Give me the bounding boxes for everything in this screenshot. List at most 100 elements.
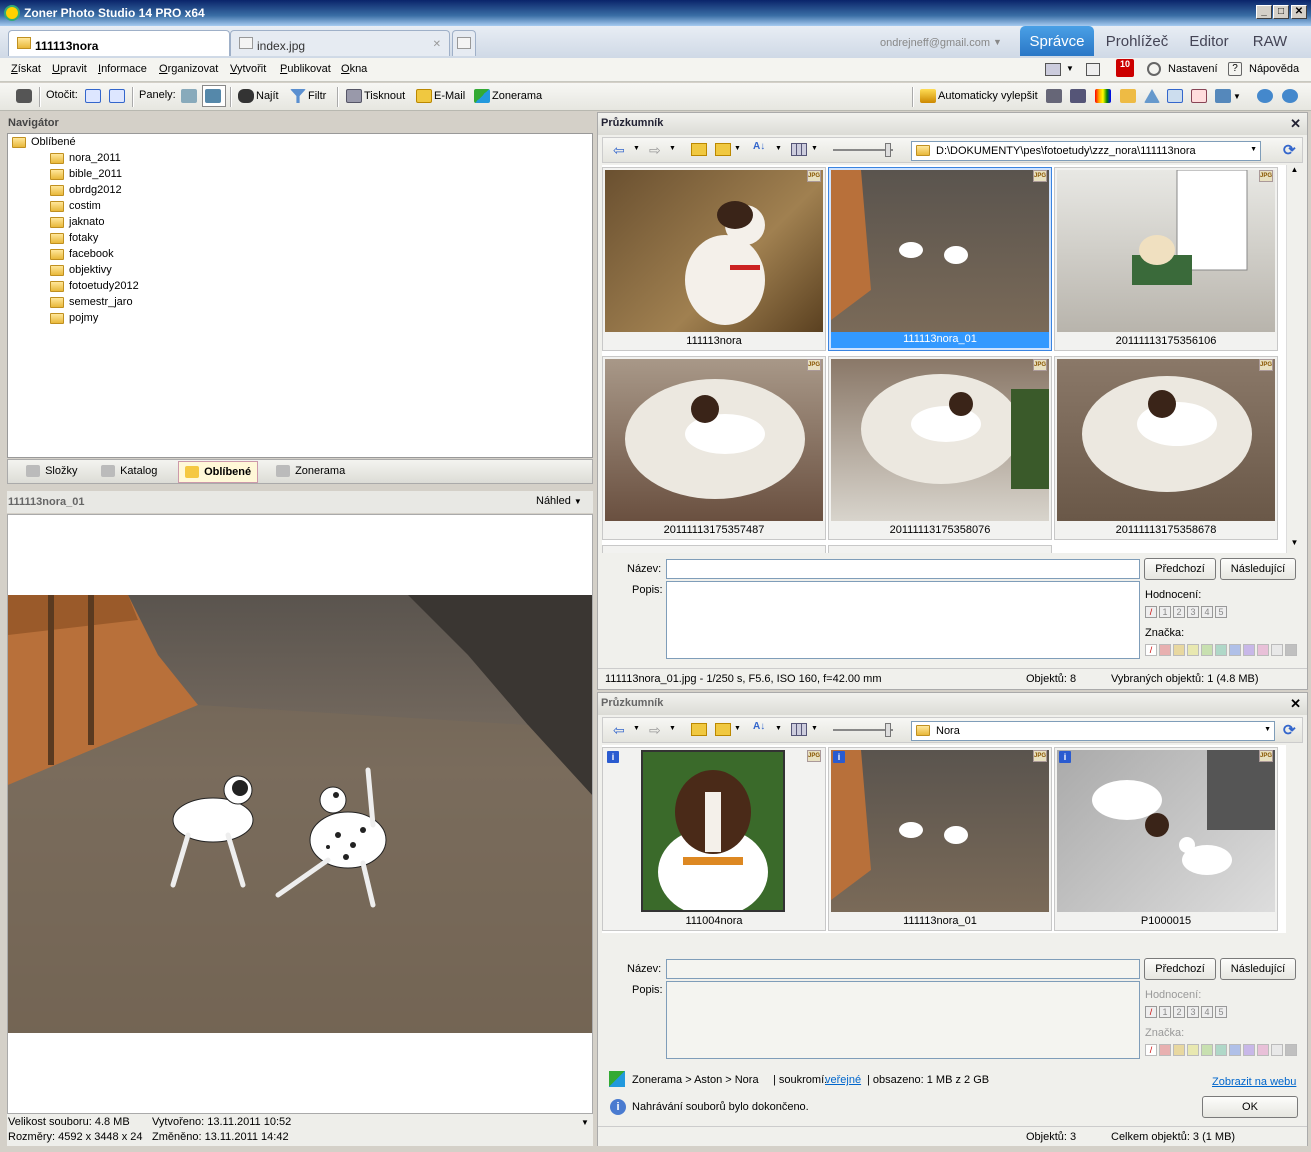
thumbnail[interactable]: i JPG P1000015 bbox=[1054, 747, 1278, 931]
tag-swatch[interactable] bbox=[1243, 1044, 1255, 1056]
thumbnail[interactable]: JPG 20111113175358678 bbox=[1054, 356, 1278, 540]
tag-swatch[interactable] bbox=[1215, 644, 1227, 656]
export-button[interactable] bbox=[1282, 89, 1300, 103]
help-link[interactable]: Nápověda bbox=[1249, 63, 1299, 75]
tree-root-oblibene[interactable]: Oblíbené bbox=[12, 136, 76, 152]
thumbnail[interactable]: JPG 20111113175358076 bbox=[828, 356, 1052, 540]
thumbnail-scrollbar[interactable]: ▲ ▼ bbox=[1286, 165, 1302, 553]
chevron-down-icon[interactable]: ▼ bbox=[669, 725, 676, 732]
chevron-down-icon[interactable]: ▼ bbox=[811, 145, 818, 152]
rating-1[interactable]: 1 bbox=[1159, 606, 1171, 618]
effects-button[interactable]: ▼ bbox=[1215, 89, 1241, 103]
name-input[interactable] bbox=[666, 559, 1140, 579]
panel-layout-2-button[interactable] bbox=[202, 85, 226, 107]
rating-1[interactable]: 1 bbox=[1159, 1006, 1171, 1018]
chevron-down-icon[interactable]: ▼ bbox=[734, 725, 741, 732]
tree-item[interactable]: fotoetudy2012 bbox=[50, 280, 139, 296]
panel-layout-1-button[interactable] bbox=[181, 89, 199, 103]
rating-2[interactable]: 2 bbox=[1173, 1006, 1185, 1018]
back-arrow-icon[interactable]: ⇦ bbox=[613, 722, 625, 739]
sort-icon[interactable]: A↓ bbox=[753, 721, 765, 732]
color-button[interactable] bbox=[1095, 89, 1113, 103]
chevron-down-icon[interactable]: ▼ bbox=[633, 725, 640, 732]
thumbnail[interactable]: JPG 111113nora bbox=[602, 167, 826, 351]
previous-button[interactable]: Předchozí bbox=[1144, 958, 1216, 980]
levels-button[interactable] bbox=[1046, 89, 1064, 103]
minimize-button[interactable]: _ bbox=[1256, 5, 1272, 19]
tag-swatch[interactable] bbox=[1257, 1044, 1269, 1056]
mode-spravce[interactable]: Správce bbox=[1020, 26, 1094, 56]
close-icon[interactable]: ✕ bbox=[1290, 116, 1301, 132]
thumbnail[interactable] bbox=[602, 545, 826, 553]
resize-button[interactable] bbox=[1167, 89, 1185, 103]
chevron-down-icon[interactable]: ▼ bbox=[1264, 726, 1271, 733]
ok-button[interactable]: OK bbox=[1202, 1096, 1298, 1118]
forward-arrow-icon[interactable]: ⇨ bbox=[649, 722, 661, 739]
tag-swatch[interactable] bbox=[1243, 644, 1255, 656]
no-rating-icon[interactable]: / bbox=[1145, 606, 1157, 618]
view-mode-icon[interactable] bbox=[791, 723, 807, 736]
new-tab-button[interactable] bbox=[452, 30, 476, 56]
rotate-left-button[interactable] bbox=[85, 89, 103, 103]
calendar-icon[interactable] bbox=[1086, 63, 1100, 76]
chevron-down-icon[interactable]: ▼ bbox=[734, 145, 741, 152]
tab-zonerama[interactable]: Zonerama bbox=[276, 465, 345, 478]
mode-raw[interactable]: RAW bbox=[1244, 26, 1296, 56]
menu-organizovat[interactable]: Organizovat bbox=[159, 63, 218, 75]
chevron-down-icon[interactable]: ▼ bbox=[1250, 146, 1257, 153]
refresh-icon[interactable]: ⟳ bbox=[1283, 721, 1296, 739]
rotate-right-button[interactable] bbox=[109, 89, 127, 103]
menu-informace[interactable]: Informace bbox=[98, 63, 147, 75]
preview-mode-dropdown[interactable]: Náhled ▼ bbox=[536, 495, 582, 507]
back-arrow-icon[interactable]: ⇦ bbox=[613, 142, 625, 159]
zoom-slider[interactable] bbox=[833, 149, 893, 151]
thumbnail[interactable]: JPG 20111113175357487 bbox=[602, 356, 826, 540]
tag-swatch[interactable] bbox=[1159, 644, 1171, 656]
favorite-folder-icon[interactable] bbox=[715, 143, 731, 156]
tag-swatch[interactable] bbox=[1215, 1044, 1227, 1056]
rating-2[interactable]: 2 bbox=[1173, 606, 1185, 618]
tree-item[interactable]: jaknato bbox=[50, 216, 104, 232]
tree-item[interactable]: costim bbox=[50, 200, 101, 216]
menu-upravit[interactable]: Upravit bbox=[52, 63, 87, 75]
find-button[interactable]: Najít bbox=[238, 89, 279, 103]
rating-3[interactable]: 3 bbox=[1187, 606, 1199, 618]
thumbnail[interactable]: JPG 20111113175356106 bbox=[1054, 167, 1278, 351]
rating-4[interactable]: 4 bbox=[1201, 606, 1213, 618]
refresh-icon[interactable]: ⟳ bbox=[1283, 141, 1296, 159]
menu-vytvorit[interactable]: Vytvořit bbox=[230, 63, 266, 75]
tree-item[interactable]: objektivy bbox=[50, 264, 112, 280]
print-button[interactable]: Tisknout bbox=[346, 89, 405, 103]
tree-item[interactable]: semestr_jaro bbox=[50, 296, 133, 312]
settings-link[interactable]: Nastavení bbox=[1168, 63, 1218, 75]
tag-swatch[interactable] bbox=[1201, 1044, 1213, 1056]
chevron-down-icon[interactable]: ▼ bbox=[993, 37, 1002, 47]
tag-swatch[interactable] bbox=[1229, 1044, 1241, 1056]
tree-item[interactable]: bible_2011 bbox=[50, 168, 122, 184]
tag-swatch[interactable] bbox=[1187, 644, 1199, 656]
favorite-folder-icon[interactable] bbox=[715, 723, 731, 736]
tag-swatch[interactable] bbox=[1285, 1044, 1297, 1056]
rating-5[interactable]: 5 bbox=[1215, 1006, 1227, 1018]
close-tab-icon[interactable]: ✕ bbox=[433, 39, 441, 50]
up-folder-icon[interactable] bbox=[691, 723, 707, 736]
sharpen-button[interactable] bbox=[1144, 89, 1162, 103]
rating-5[interactable]: 5 bbox=[1215, 606, 1227, 618]
tag-swatch[interactable] bbox=[1271, 644, 1283, 656]
rating-4[interactable]: 4 bbox=[1201, 1006, 1213, 1018]
notification-badge[interactable]: 10 bbox=[1116, 59, 1134, 77]
thumbnail[interactable]: i JPG 111004nora bbox=[602, 747, 826, 931]
up-folder-icon[interactable] bbox=[691, 143, 707, 156]
chevron-down-icon[interactable]: ▼ bbox=[775, 145, 782, 152]
scroll-up-icon[interactable]: ▲ bbox=[1287, 165, 1302, 180]
view-mode-icon[interactable] bbox=[791, 143, 807, 156]
tag-swatch[interactable] bbox=[1271, 1044, 1283, 1056]
menu-ziskat[interactable]: Získat bbox=[11, 63, 41, 75]
import-button[interactable] bbox=[1257, 89, 1275, 103]
previous-button[interactable]: Předchozí bbox=[1144, 558, 1216, 580]
zonerama-button[interactable]: Zonerama bbox=[474, 89, 542, 103]
monitor-icon[interactable] bbox=[1045, 63, 1061, 76]
tag-swatch[interactable] bbox=[1257, 644, 1269, 656]
tab-111113nora[interactable]: 111113nora bbox=[8, 30, 230, 56]
name-input[interactable] bbox=[666, 959, 1140, 979]
